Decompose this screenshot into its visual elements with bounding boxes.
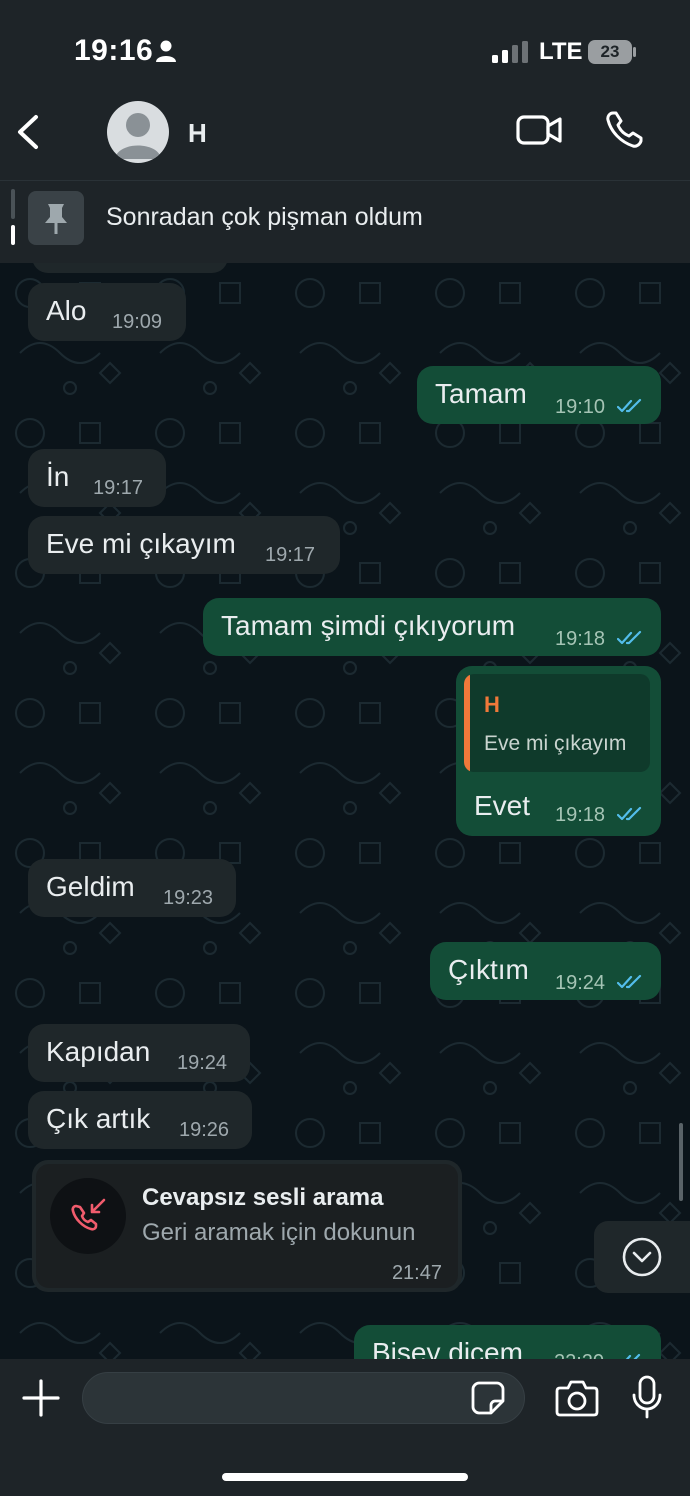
scroll-to-bottom-button[interactable]: [594, 1221, 690, 1293]
default-avatar-icon: [115, 113, 161, 159]
message-time: 19:26: [179, 1119, 230, 1141]
mic-icon[interactable]: [632, 1375, 662, 1419]
message-bubble-incoming[interactable]: Alo 19:09: [28, 283, 186, 341]
pin-icon: [45, 204, 67, 234]
message-time: 19:17: [93, 477, 144, 499]
message-text: İn: [46, 461, 70, 492]
video-call-icon[interactable]: [516, 114, 562, 146]
quoted-message[interactable]: H Eve mi çıkayım: [464, 674, 650, 772]
message-bubble-incoming[interactable]: Kapıdan 19:24: [28, 1024, 250, 1082]
camera-icon[interactable]: [555, 1379, 599, 1417]
read-receipt-icon: [617, 398, 642, 413]
read-receipt-icon: [617, 806, 642, 821]
message-bubble-incoming[interactable]: Çık artık 19:26: [28, 1091, 252, 1149]
message-bubble-incoming[interactable]: Geldim 19:23: [28, 859, 236, 917]
pinned-message-text: Sonradan çok pişman oldum: [106, 203, 423, 231]
chat-header: H: [0, 100, 690, 170]
message-time: 19:18: [555, 628, 606, 650]
message-bubble-incoming[interactable]: [32, 263, 228, 273]
home-indicator: [222, 1473, 468, 1481]
message-text: Bişey dicem: [372, 1337, 523, 1359]
quote-accent-bar: [464, 674, 470, 772]
message-text: Tamam şimdi çıkıyorum: [221, 610, 516, 641]
message-text: Tamam: [435, 378, 527, 409]
message-time: 19:09: [112, 311, 163, 333]
read-receipt-icon: [617, 974, 642, 989]
message-time: 19:23: [163, 887, 214, 909]
signal-icon: [492, 41, 528, 63]
missed-call-subtitle: Geri aramak için dokunun: [142, 1219, 416, 1246]
missed-call-content: Cevapsız sesli arama Geri aramak için do…: [36, 1164, 458, 1288]
plus-icon[interactable]: [22, 1379, 60, 1417]
scrollbar[interactable]: [679, 1123, 683, 1201]
message-time: 19:10: [555, 396, 606, 418]
message-time: 19:18: [555, 804, 606, 826]
missed-call-title: Cevapsız sesli arama: [142, 1184, 384, 1211]
message-bubble-outgoing[interactable]: Tamam şimdi çıkıyorum 19:18: [203, 598, 661, 656]
message-bubble-outgoing[interactable]: Çıktım 19:24: [430, 942, 661, 1000]
message-bubble-outgoing[interactable]: Bişey dicem 22:20: [354, 1325, 661, 1359]
network-type: LTE: [539, 38, 583, 65]
message-list[interactable]: Alo 19:09 Tamam 19:10 İn 19:17 Eve mi çı…: [0, 263, 690, 1359]
missed-call-bubble[interactable]: Cevapsız sesli arama Geri aramak için do…: [32, 1160, 462, 1292]
back-icon[interactable]: [14, 114, 42, 150]
message-text: Çıktım: [448, 954, 529, 985]
message-text: Geldim: [46, 871, 135, 902]
read-receipt-icon: [617, 630, 642, 645]
message-time: 22:20: [554, 1351, 604, 1359]
message-text: Evet: [474, 790, 531, 821]
message-text: Çık artık: [46, 1103, 151, 1134]
message-text: Alo: [46, 295, 87, 326]
message-text: Kapıdan: [46, 1036, 151, 1067]
pin-indicator: [11, 189, 15, 245]
top-bar: 19:16 LTE 23 H Sonradan çok pişman oldum: [0, 0, 690, 263]
message-text: Eve mi çıkayım: [46, 528, 236, 559]
status-bar: 19:16 LTE 23: [0, 0, 690, 100]
message-bubble-incoming[interactable]: Eve mi çıkayım 19:17: [28, 516, 340, 574]
message-time: 19:24: [555, 972, 606, 994]
message-time: 19:17: [265, 544, 316, 566]
contact-avatar[interactable]: [107, 101, 169, 163]
message-bubble-outgoing-reply[interactable]: H Eve mi çıkayım Evet 19:18: [456, 666, 661, 836]
message-time: 19:24: [177, 1052, 228, 1074]
contact-name[interactable]: H: [188, 118, 207, 149]
pin-thumbnail: [28, 191, 84, 245]
chevron-down-icon: [622, 1237, 662, 1277]
message-input[interactable]: [82, 1372, 525, 1424]
missed-call-icon-wrap: [50, 1178, 126, 1254]
status-time: 19:16: [74, 34, 154, 67]
person-icon: [156, 40, 176, 62]
quoted-text: Eve mi çıkayım: [484, 732, 627, 755]
message-bubble-incoming[interactable]: İn 19:17: [28, 449, 166, 507]
sticker-icon[interactable]: [471, 1381, 505, 1415]
missed-call-time: 21:47: [391, 1262, 442, 1284]
message-bubble-outgoing[interactable]: Tamam 19:10: [417, 366, 661, 424]
battery-level: 23: [600, 42, 620, 61]
pinned-message-bar[interactable]: Sonradan çok pişman oldum: [0, 180, 690, 263]
quoted-author: H: [484, 692, 500, 717]
voice-call-icon[interactable]: [604, 110, 644, 150]
composer-bar: [0, 1359, 690, 1496]
missed-call-icon: [71, 1198, 106, 1231]
